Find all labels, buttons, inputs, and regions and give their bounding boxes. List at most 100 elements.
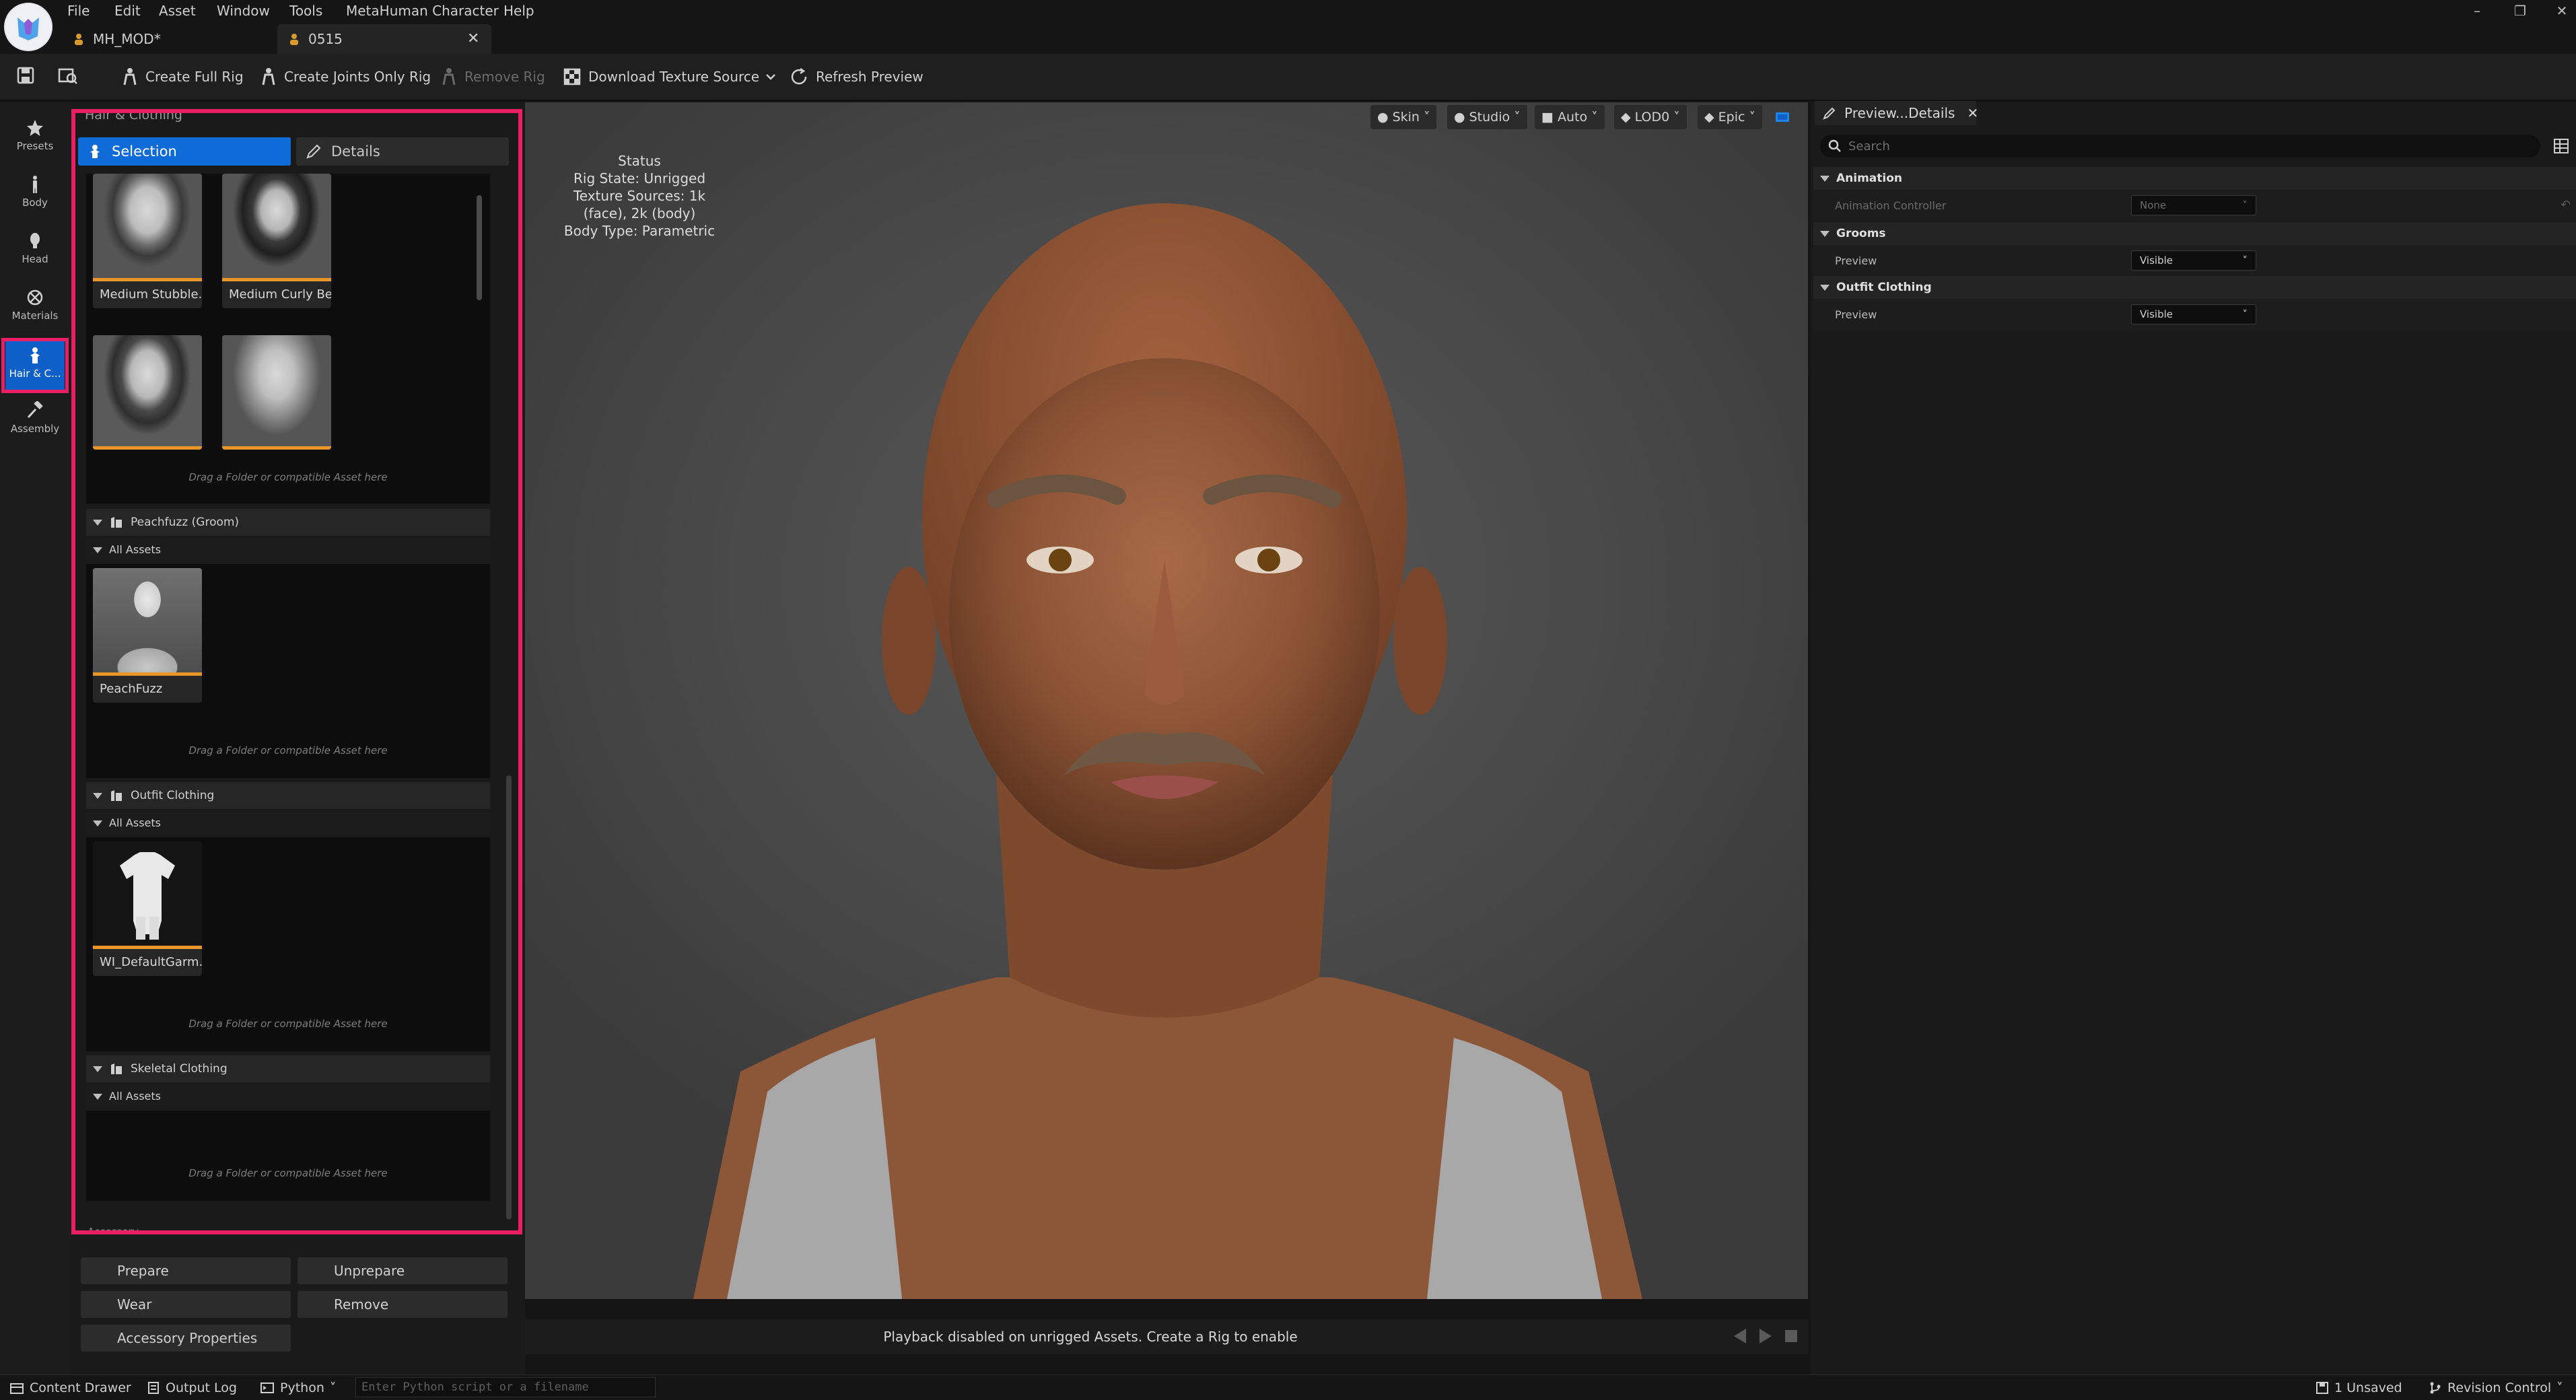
menu-window[interactable]: Window [217,0,270,22]
chevron-down-icon [766,73,775,80]
menu-help[interactable]: Help [503,0,534,22]
category-title: Animation [1836,172,1903,185]
chevron-down-icon: ˅ [2242,308,2248,320]
status-title: Status [618,153,661,169]
create-joints-only-rig-button[interactable]: Create Joints Only Rig [260,65,431,89]
dropdown-value: Visible [2140,254,2173,267]
mode-highlight-box [1,338,69,393]
chevron-down-icon: ˅ [2242,254,2248,267]
mode-head[interactable]: Head [5,225,65,277]
grid-view-icon[interactable] [2552,137,2570,155]
lod-dropdown[interactable]: ◆ LOD0 ˅ [1614,105,1687,129]
log-icon [147,1381,160,1395]
play-reverse-icon[interactable] [1733,1327,1747,1345]
accessory-properties-button[interactable]: Accessory Properties [81,1325,291,1352]
grooms-preview-dropdown[interactable]: Visible ˅ [2131,250,2256,271]
close-window-icon[interactable]: ✕ [2548,0,2575,22]
lod-icon: ◆ [1621,110,1631,125]
property-label: Preview [1835,308,1877,321]
tab-label: 0515 [308,31,343,47]
category-grooms[interactable]: Grooms [1813,222,2576,245]
dropdown-value: Visible [2140,308,2173,320]
menu-tools[interactable]: Tools [289,0,322,22]
refresh-icon [789,67,809,87]
details-panel-tab[interactable]: Preview...Details ✕ [1815,101,1978,125]
remove-rig-label: Remove Rig [464,69,545,85]
revision-control-label: Revision Control [2447,1380,2552,1395]
wear-button[interactable]: Wear [81,1291,291,1318]
remove-button[interactable]: Remove [298,1291,508,1318]
revision-control-button[interactable]: Revision Control ˅ [2429,1377,2563,1399]
refresh-preview-button[interactable]: Refresh Preview [789,65,924,89]
close-tab-icon[interactable]: ✕ [467,24,479,54]
tab-0515[interactable]: 0515 [288,24,343,54]
mode-presets[interactable]: Presets [5,112,65,164]
download-texture-source-label: Download Texture Source [588,69,760,85]
download-texture-source-button[interactable]: Download Texture Source [563,65,775,89]
mode-label: Head [22,253,48,265]
skin-dropdown[interactable]: ● Skin ˅ [1370,105,1437,129]
chip-label: Studio [1469,110,1510,125]
chevron-down-icon: ˅ [329,1380,337,1395]
menu-asset[interactable]: Asset [159,0,196,22]
menu-edit[interactable]: Edit [114,0,141,22]
chevron-down-icon: ˅ [1591,110,1598,125]
quality-dropdown[interactable]: ◆ Epic ˅ [1698,105,1762,129]
property-label: Animation Controller [1835,199,1947,212]
playback-controls [1733,1327,1799,1345]
tab-label: MH_MOD* [93,31,161,47]
playback-message: Playback disabled on unrigged Assets. Cr… [883,1329,1298,1345]
details-search-input[interactable]: Search [1820,135,2540,158]
minimize-icon[interactable]: – [2464,0,2491,22]
chip-label: Epic [1718,110,1745,125]
create-joints-only-rig-label: Create Joints Only Rig [284,69,431,85]
reset-icon[interactable]: ↶ [2561,198,2571,212]
category-animation[interactable]: Animation [1813,167,2576,190]
close-tab-icon[interactable]: ✕ [1967,105,1978,121]
dropdown-value: None [2140,199,2167,211]
studio-dropdown[interactable]: ● Studio ˅ [1447,105,1527,129]
menu-metahuman-character[interactable]: MetaHuman Character [346,0,499,22]
browse-asset-icon[interactable] [58,66,78,85]
save-icon[interactable] [16,66,35,85]
asset-tab-icon [288,32,300,46]
chip-label: Skin [1392,110,1420,125]
content-drawer-button[interactable]: Content Drawer [9,1377,131,1399]
output-log-button[interactable]: Output Log [147,1377,237,1399]
hammer-icon [26,401,44,420]
viewport-options-icon[interactable] [1774,109,1790,125]
prepare-button[interactable]: Prepare [81,1257,291,1284]
python-label: Python [280,1380,324,1395]
python-dropdown[interactable]: Python ˅ [260,1377,336,1399]
asset-tab-icon [73,32,85,46]
mode-body[interactable]: Body [5,168,65,221]
category-outfit-clothing[interactable]: Outfit Clothing [1813,276,2576,299]
refresh-preview-label: Refresh Preview [816,69,924,85]
mode-materials[interactable]: Materials [5,281,65,334]
outfit-preview-dropdown[interactable]: Visible ˅ [2131,304,2256,324]
menu-file[interactable]: File [67,0,90,22]
animation-controller-dropdown[interactable]: None ˅ [2131,195,2256,215]
chevron-down-icon: ˅ [1423,110,1430,125]
remove-rig-button[interactable]: Remove Rig [440,65,545,89]
play-icon[interactable] [1758,1327,1773,1345]
unreal-logo-icon[interactable] [4,3,53,51]
viewport[interactable] [525,102,1808,1299]
chevron-down-icon: ˅ [1749,110,1755,125]
mode-assembly[interactable]: Assembly [5,394,65,447]
python-console-input[interactable]: Enter Python script or a filename [355,1377,656,1397]
tab-mh-mod[interactable]: MH_MOD* [73,24,161,54]
mode-label: Assembly [10,423,60,435]
status-overlay: Status Rig State: Unrigged Texture Sourc… [552,152,727,240]
category-title: Grooms [1836,227,1886,240]
chip-label: LOD0 [1634,110,1670,125]
rig-icon [260,67,277,86]
create-full-rig-button[interactable]: Create Full Rig [121,65,244,89]
restore-icon[interactable]: ❐ [2507,0,2534,22]
unprepare-button[interactable]: Unprepare [298,1257,508,1284]
auto-dropdown[interactable]: ■ Auto ˅ [1535,105,1605,129]
stop-icon[interactable] [1784,1327,1799,1345]
collapse-arrow-icon [1820,230,1830,237]
unsaved-indicator[interactable]: 1 Unsaved [2316,1377,2402,1399]
console-icon [260,1381,275,1395]
